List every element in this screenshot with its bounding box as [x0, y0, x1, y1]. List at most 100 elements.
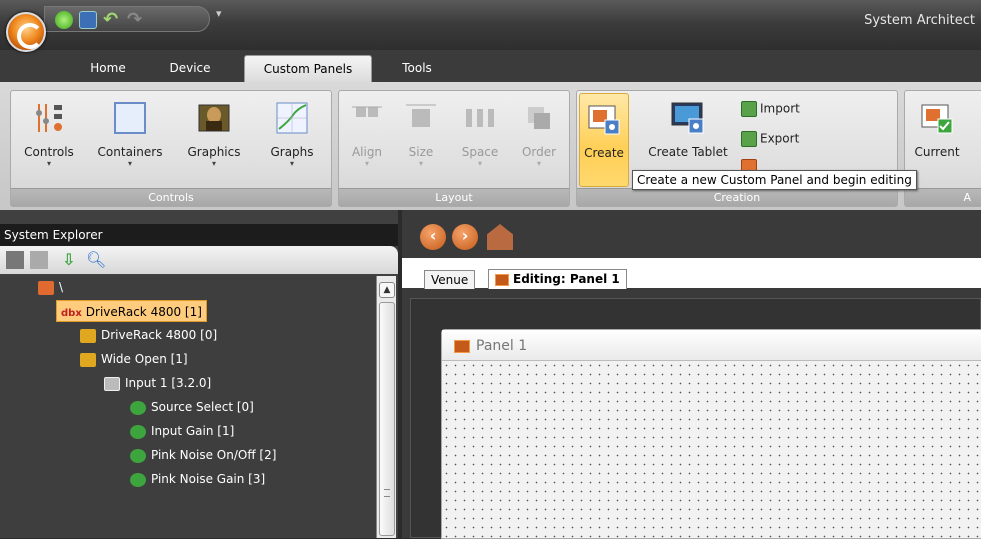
home-icon[interactable] — [487, 224, 513, 250]
customize-toolbar-icon[interactable]: ▾ — [216, 7, 222, 20]
panel-icon — [495, 273, 509, 286]
import-label: Import — [760, 101, 800, 116]
align-label: Align — [351, 145, 383, 159]
tree-item-input-gain[interactable]: Input Gain [1] — [130, 420, 234, 442]
graphics-button[interactable]: Graphics ▾ — [179, 97, 249, 169]
create-tablet-button[interactable]: Create Tablet — [639, 97, 737, 159]
create-tablet-icon — [671, 101, 705, 135]
explorer-toolbar: ⇩ 🔍︎ — [0, 246, 398, 274]
controls-button[interactable]: Controls ▾ — [17, 97, 81, 169]
tab-tools[interactable]: Tools — [392, 55, 442, 82]
export-label: Export — [760, 131, 800, 146]
system-explorer-title: System Explorer — [0, 224, 398, 246]
active-group-label: A — [905, 188, 981, 206]
panel-title: Panel 1 — [476, 338, 528, 354]
tab-venue[interactable]: Venue — [424, 270, 476, 289]
graphs-button[interactable]: Graphs ▾ — [257, 97, 327, 169]
order-dropdown-icon: ▾ — [536, 159, 541, 168]
import-button[interactable]: Import — [741, 101, 800, 117]
order-label: Order — [521, 145, 557, 159]
title-bar: ↶ ↷ ▾ System Architect — [0, 0, 981, 50]
system-explorer-pane: System Explorer ⇩ 🔍︎ \ dbx DriveRack 4800… — [0, 210, 398, 538]
go-online-icon[interactable] — [55, 11, 73, 29]
size-button[interactable]: Size ▾ — [397, 97, 445, 169]
parameter-icon — [130, 424, 146, 439]
custom-panel[interactable]: Panel 1 — [441, 329, 981, 539]
device-info-icon — [80, 328, 96, 343]
creation-group-label: Creation — [577, 188, 897, 206]
sort-icon[interactable]: ⇩ — [62, 251, 80, 269]
order-button[interactable]: Order ▾ — [513, 97, 565, 169]
tab-device[interactable]: Device — [160, 55, 220, 82]
tab-custom-panels[interactable]: Custom Panels — [244, 55, 372, 82]
align-icon — [350, 101, 384, 135]
tree-item-label: \ — [59, 280, 64, 294]
create-button[interactable]: Create — [579, 93, 629, 187]
window-title: System Architect — [864, 13, 975, 28]
containers-label: Containers — [97, 145, 163, 159]
tree-item-label: DriveRack 4800 [1] — [85, 305, 202, 319]
tree-item-driverack-4800-1[interactable]: dbx DriveRack 4800 [1] — [56, 300, 207, 322]
undo-icon[interactable]: ↶ — [103, 11, 121, 29]
folder-icon — [80, 352, 96, 367]
parameter-icon — [130, 400, 146, 415]
forward-icon[interactable]: › — [452, 224, 478, 250]
current-panel-icon — [920, 101, 954, 135]
dbx-badge: dbx — [61, 308, 82, 319]
tree-item-label: Input Gain [1] — [151, 424, 235, 438]
controls-label: Controls — [24, 145, 74, 159]
quick-access-toolbar: ↶ ↷ — [44, 6, 210, 32]
align-button[interactable]: Align ▾ — [343, 97, 391, 169]
save-icon[interactable] — [79, 11, 97, 29]
collapse-all-icon[interactable] — [30, 251, 48, 269]
containers-dropdown-icon: ▾ — [127, 159, 132, 168]
graphs-dropdown-icon: ▾ — [289, 159, 294, 168]
tree-item-label: DriveRack 4800 [0] — [101, 328, 218, 342]
expand-all-icon[interactable] — [6, 251, 24, 269]
order-icon — [522, 101, 556, 135]
tree-scrollbar[interactable]: ▲ — [376, 276, 396, 538]
tree-item-pink-noise-on-off[interactable]: Pink Noise On/Off [2] — [130, 444, 276, 466]
device-tree: \ dbx DriveRack 4800 [1] DriveRack 4800 [… — [0, 276, 376, 538]
tree-item-driverack-4800-0[interactable]: DriveRack 4800 [0] — [80, 324, 217, 346]
application-menu-button[interactable] — [6, 12, 46, 52]
main-workspace: ‹ › Venue Editing: Panel 1 Panel 1 — [402, 210, 981, 539]
tab-home[interactable]: Home — [78, 55, 138, 82]
scroll-thumb[interactable] — [379, 302, 395, 536]
tree-item-root[interactable]: \ — [38, 276, 63, 298]
tab-editing-panel-1[interactable]: Editing: Panel 1 — [488, 269, 627, 289]
align-dropdown-icon: ▾ — [364, 159, 369, 168]
panel-icon — [454, 339, 470, 353]
scroll-up-icon[interactable]: ▲ — [379, 282, 395, 298]
graphs-label: Graphs — [270, 145, 314, 159]
tree-item-wide-open[interactable]: Wide Open [1] — [80, 348, 188, 370]
graphics-label: Graphics — [187, 145, 241, 159]
redo-icon[interactable]: ↷ — [127, 11, 145, 29]
containers-icon — [113, 101, 147, 135]
size-dropdown-icon: ▾ — [418, 159, 423, 168]
tree-item-label: Pink Noise Gain [3] — [151, 472, 266, 486]
create-panel-icon — [587, 102, 621, 136]
back-icon[interactable]: ‹ — [420, 224, 446, 250]
export-icon — [741, 131, 757, 147]
parameter-icon — [130, 448, 146, 463]
space-button[interactable]: Space ▾ — [453, 97, 507, 169]
tree-item-pink-noise-gain[interactable]: Pink Noise Gain [3] — [130, 468, 265, 490]
tree-item-input-1[interactable]: Input 1 [3.2.0] — [104, 372, 211, 394]
space-icon — [463, 101, 497, 135]
graphics-dropdown-icon: ▾ — [211, 159, 216, 168]
controls-icon — [32, 101, 66, 135]
size-icon — [404, 101, 438, 135]
ribbon-tabs: Home Device Custom Panels Tools — [0, 50, 981, 82]
containers-button[interactable]: Containers ▾ — [89, 97, 171, 169]
root-icon — [38, 280, 54, 295]
panel-header: Panel 1 — [442, 330, 981, 360]
export-button[interactable]: Export — [741, 131, 799, 147]
current-button[interactable]: Current — [907, 97, 967, 159]
search-icon[interactable]: 🔍︎ — [86, 251, 106, 269]
panel-design-grid[interactable] — [442, 360, 981, 538]
tree-item-source-select[interactable]: Source Select [0] — [130, 396, 254, 418]
layout-group-label: Layout — [339, 188, 569, 206]
controls-dropdown-icon: ▾ — [46, 159, 51, 168]
tab-editing-label: Editing: Panel 1 — [513, 272, 620, 286]
